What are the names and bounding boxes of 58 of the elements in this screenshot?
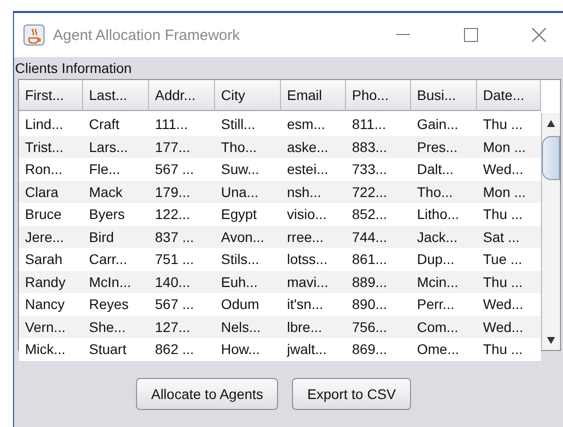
table-cell: 889... bbox=[346, 270, 411, 293]
table-cell: Mack bbox=[83, 180, 149, 203]
table-cell: Com... bbox=[411, 316, 477, 338]
table-cell: She... bbox=[83, 316, 149, 338]
coffee-cup-icon bbox=[23, 24, 45, 46]
table-cell: Mcin... bbox=[411, 270, 477, 293]
maximize-icon bbox=[464, 28, 478, 42]
table-cell: 837 ... bbox=[149, 226, 215, 248]
column-header[interactable]: Email bbox=[281, 80, 346, 111]
action-button[interactable]: Export to CSV bbox=[292, 378, 411, 410]
table-cell: Tho... bbox=[215, 136, 281, 158]
table-cell: mavi... bbox=[281, 270, 346, 293]
table-cell: Mon ... bbox=[477, 180, 541, 203]
table-cell: 722... bbox=[346, 180, 411, 203]
table-cell: Randy bbox=[19, 270, 83, 293]
table-cell: Jere... bbox=[19, 226, 83, 248]
table-cell: Trist... bbox=[19, 136, 83, 158]
table-cell: Nels... bbox=[215, 316, 281, 338]
minimize-icon bbox=[396, 34, 410, 36]
table-cell: aske... bbox=[281, 136, 346, 158]
column-header[interactable]: City bbox=[215, 80, 281, 111]
table-cell: 883... bbox=[346, 136, 411, 158]
table-cell: 177... bbox=[149, 136, 215, 158]
table-cell: Wed... bbox=[477, 316, 541, 338]
table-cell: Pres... bbox=[411, 136, 477, 158]
table-cell: Tho... bbox=[411, 180, 477, 203]
table-cell: Sat ... bbox=[477, 226, 541, 248]
table-cell: 127... bbox=[149, 316, 215, 338]
column-header[interactable]: Pho... bbox=[346, 80, 411, 111]
vertical-scrollbar[interactable] bbox=[541, 113, 560, 350]
table-cell: Vern... bbox=[19, 316, 83, 338]
table-cell: 756... bbox=[346, 316, 411, 338]
scrollbar-thumb[interactable] bbox=[542, 136, 560, 180]
column-header[interactable]: Date... bbox=[477, 80, 541, 111]
column-header[interactable]: Addr... bbox=[149, 80, 215, 111]
window-title: Agent Allocation Framework bbox=[53, 26, 241, 44]
section-title: Clients Information bbox=[14, 60, 133, 78]
table-cell: rree... bbox=[281, 226, 346, 248]
table-cell: nsh... bbox=[281, 180, 346, 203]
table-cell: Euh... bbox=[215, 270, 281, 293]
table-cell: 140... bbox=[149, 270, 215, 293]
table-cell: lbre... bbox=[281, 316, 346, 338]
column-header[interactable]: First... bbox=[19, 80, 83, 111]
column-header[interactable]: Last... bbox=[83, 80, 149, 111]
table-cell: Bird bbox=[83, 226, 149, 248]
column-header[interactable]: Busi... bbox=[411, 80, 477, 111]
table-cell: Mon ... bbox=[477, 136, 541, 158]
table-cell: Una... bbox=[215, 180, 281, 203]
close-icon bbox=[532, 28, 546, 42]
table-cell: Lars... bbox=[83, 136, 149, 158]
table-cell: 744... bbox=[346, 226, 411, 248]
table-cell: Thu ... bbox=[477, 270, 541, 293]
table-cell: Jack... bbox=[411, 226, 477, 248]
table-cell: 179... bbox=[149, 180, 215, 203]
table-cell: Avon... bbox=[215, 226, 281, 248]
table-cell: Clara bbox=[19, 180, 83, 203]
action-button[interactable]: Allocate to Agents bbox=[136, 378, 278, 410]
table-cell: McIn... bbox=[83, 270, 149, 293]
